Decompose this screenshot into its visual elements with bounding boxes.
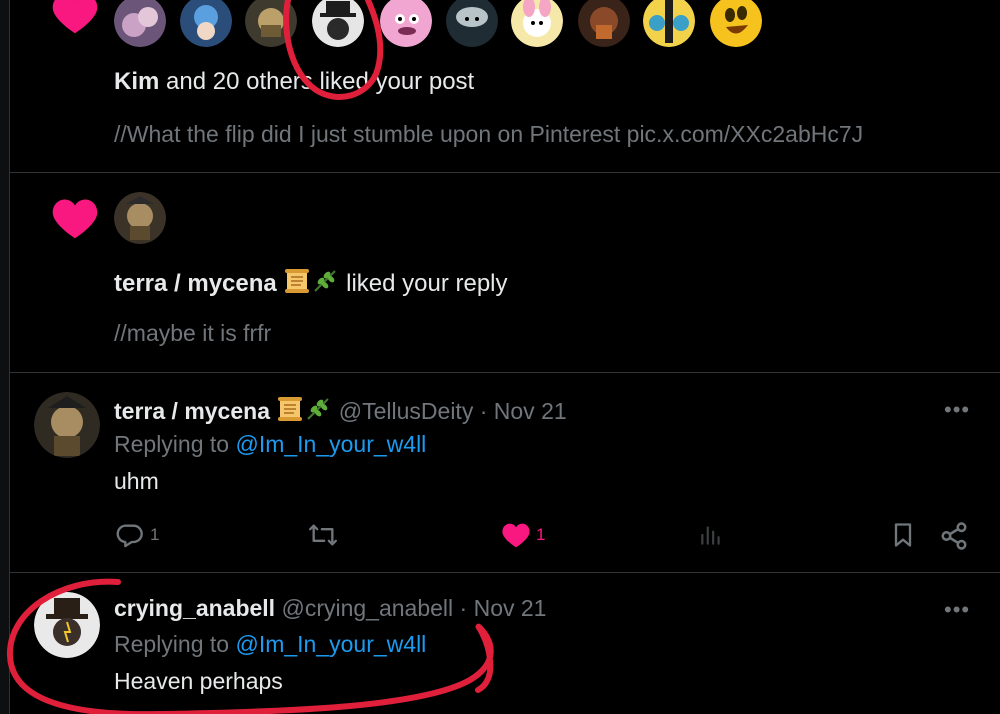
heart-icon (52, 199, 98, 239)
analytics-icon (701, 526, 720, 545)
replying-label: Replying to (114, 431, 230, 457)
share-button[interactable] (939, 521, 969, 551)
avatar[interactable] (114, 0, 166, 47)
herb-emoji (304, 395, 332, 429)
post-header: crying_anabell @crying_anabell · Nov 21 (114, 595, 546, 622)
display-name[interactable]: terra / mycena (114, 398, 270, 424)
scroll-emoji (276, 395, 304, 429)
heart-icon (52, 0, 98, 34)
handle[interactable]: @TellusDeity (339, 398, 474, 424)
bookmark-icon (894, 523, 912, 547)
avatar[interactable] (578, 0, 630, 47)
more-options-button[interactable]: ••• (944, 397, 970, 423)
action-text: liked your reply (346, 270, 508, 297)
more-options-button[interactable]: ••• (944, 597, 970, 623)
avatar[interactable] (511, 0, 563, 47)
handle[interactable]: @crying_anabell (281, 595, 453, 621)
separator: · (459, 595, 468, 621)
avatar[interactable] (312, 0, 364, 47)
replying-to: Replying to @Im_In_your_w4ll (114, 631, 426, 658)
divider (9, 372, 1000, 373)
scroll-emoji (283, 267, 311, 302)
quoted-reply-text[interactable]: //maybe it is frfr (114, 320, 271, 347)
views-button[interactable] (698, 521, 724, 549)
divider (9, 172, 1000, 173)
action-text: and 20 others liked your post (166, 68, 475, 95)
share-icon (941, 522, 967, 550)
notification-text: terra / mycena liked your reply (114, 267, 508, 302)
replying-handle-link[interactable]: @Im_In_your_w4ll (235, 431, 426, 457)
post-date[interactable]: Nov 21 (474, 595, 547, 621)
quoted-post-text[interactable]: //What the flip did I just stumble upon … (114, 121, 863, 148)
post-text: uhm (114, 468, 159, 494)
heart-filled-icon (502, 523, 530, 548)
actor-name[interactable]: Kim (114, 68, 159, 95)
display-name[interactable]: crying_anabell (114, 595, 275, 621)
window-left-edge (0, 0, 10, 714)
repost-icon (308, 524, 337, 546)
avatar[interactable] (710, 0, 762, 47)
avatar[interactable] (245, 0, 297, 47)
avatar[interactable] (34, 392, 100, 458)
avatar[interactable] (643, 0, 695, 47)
replying-to: Replying to @Im_In_your_w4ll (114, 431, 426, 458)
post-header: terra / mycena @TellusDeity · Nov 21 (114, 395, 567, 429)
actor-name[interactable]: terra / mycena (114, 270, 277, 297)
notification-text: Kim and 20 others liked your post (114, 68, 474, 96)
reply-button[interactable]: 1 (116, 521, 159, 549)
like-count: 1 (536, 525, 546, 544)
repost-button[interactable] (307, 521, 339, 549)
reply-count: 1 (150, 525, 160, 544)
post-date[interactable]: Nov 21 (494, 398, 567, 424)
avatar[interactable] (446, 0, 498, 47)
divider (9, 572, 1000, 573)
bookmark-button[interactable] (889, 521, 917, 549)
reply-icon (116, 524, 143, 548)
avatar[interactable] (380, 0, 432, 47)
replying-label: Replying to (114, 631, 230, 657)
replying-handle-link[interactable]: @Im_In_your_w4ll (235, 631, 426, 657)
avatar[interactable] (34, 592, 100, 658)
herb-emoji (311, 267, 339, 302)
avatar[interactable] (180, 0, 232, 47)
post-text: Heaven perhaps (114, 668, 283, 694)
like-button[interactable]: 1 (502, 521, 545, 549)
separator: · (479, 398, 488, 424)
avatar[interactable] (114, 192, 166, 244)
